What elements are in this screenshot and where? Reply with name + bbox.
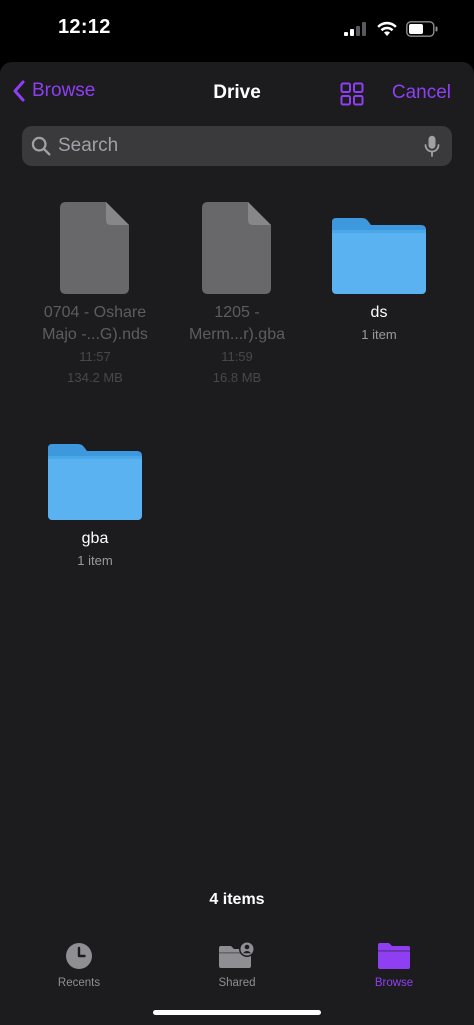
tab-recents[interactable]: Recents: [14, 940, 144, 989]
folder-thumbnail: [304, 198, 454, 294]
back-button[interactable]: Browse: [12, 80, 95, 102]
folder-icon: [378, 943, 410, 969]
folder-item-ds[interactable]: ds 1 item: [304, 198, 454, 345]
file-modified-time: 11:59: [221, 349, 253, 364]
document-icon: [202, 202, 271, 294]
tab-label: Browse: [374, 977, 414, 989]
folder-thumbnail: [20, 424, 170, 520]
microphone-icon[interactable]: [424, 135, 440, 157]
file-size: 16.8 MB: [212, 370, 262, 385]
file-name-line: Merm...r).gba: [188, 326, 285, 343]
search-bar[interactable]: [22, 126, 452, 166]
file-name: 1205 - Merm...r).gba: [162, 302, 312, 346]
tab-shared[interactable]: Shared: [172, 940, 302, 989]
home-indicator[interactable]: [153, 1010, 321, 1015]
cancel-button[interactable]: Cancel: [392, 82, 451, 104]
clock-icon: [66, 943, 92, 969]
file-size: 134.2 MB: [67, 370, 123, 385]
grid-view-icon[interactable]: [340, 82, 364, 106]
chevron-left-icon: [13, 80, 25, 102]
file-name-line: Majo -...G).nds: [42, 326, 148, 343]
folder-icon: [332, 218, 426, 294]
tab-browse[interactable]: Browse: [329, 940, 459, 989]
search-icon: [31, 136, 51, 156]
cellular-signal-icon: [344, 22, 366, 36]
back-button-label: Browse: [32, 80, 96, 101]
document-icon: [60, 202, 129, 294]
status-icons: [344, 18, 438, 40]
wifi-icon: [377, 21, 397, 36]
file-name-line: 0704 - Oshare: [43, 304, 147, 321]
shared-folder-icon: [219, 942, 255, 968]
battery-icon: [406, 21, 438, 37]
file-modified-time: 11:57: [79, 349, 111, 364]
folder-item-count: 1 item: [361, 327, 397, 342]
navigation-bar: Browse Drive Cancel: [0, 62, 474, 126]
tab-label: Shared: [218, 977, 256, 989]
folder-item-gba[interactable]: gba 1 item: [20, 424, 170, 571]
file-item[interactable]: 1205 - Merm...r).gba 11:59 16.8 MB: [162, 198, 312, 388]
folder-item-count: 1 item: [77, 553, 113, 568]
status-time: 12:12: [58, 16, 111, 38]
file-thumbnail: [162, 198, 312, 294]
file-thumbnail: [20, 198, 170, 294]
folder-icon: [48, 444, 142, 520]
items-count: 4 items: [209, 891, 265, 908]
file-item[interactable]: 0704 - Oshare Majo -...G).nds 11:57 134.…: [20, 198, 170, 388]
search-input[interactable]: [58, 135, 424, 157]
folder-name: ds: [370, 304, 388, 321]
folder-name: gba: [81, 530, 109, 547]
file-name-line: 1205 -: [214, 304, 260, 321]
tab-label: Recents: [57, 977, 101, 989]
file-browser-sheet: Browse Drive Cancel Search 0704 - Oshare…: [0, 62, 474, 1025]
status-bar: 12:12: [0, 0, 474, 60]
file-name: 0704 - Oshare Majo -...G).nds: [20, 302, 170, 346]
